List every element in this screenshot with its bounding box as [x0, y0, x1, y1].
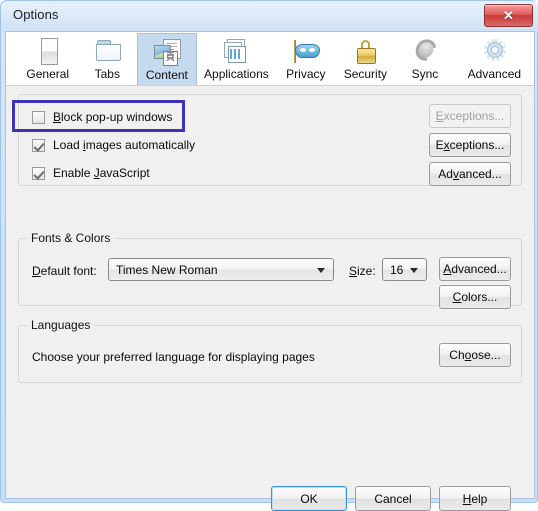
default-font-dropdown[interactable]: Times New Roman — [108, 258, 334, 281]
tab-privacy[interactable]: Privacy — [276, 33, 336, 85]
enable-javascript-label-pre: Enable — [53, 166, 94, 180]
choose-rest: ose... — [471, 348, 501, 362]
font-size-value: 16 — [390, 262, 404, 277]
popup-exceptions-rest: xceptions... — [443, 109, 505, 123]
images-exceptions-rest: ceptions... — [449, 138, 505, 152]
languages-legend: Languages — [27, 318, 95, 332]
enable-javascript-label-rest: avaScript — [99, 166, 150, 180]
load-images-label: Load images automatically — [53, 138, 195, 152]
ok-button-label: OK — [300, 491, 318, 506]
close-icon: ✕ — [503, 8, 514, 23]
fonts-advanced-button[interactable]: Advanced... — [439, 257, 511, 281]
cancel-button-label: Cancel — [374, 491, 412, 506]
folder-icon — [92, 37, 122, 65]
load-images-label-rest: mages automatically — [85, 138, 196, 152]
checkbox-row-load-images[interactable]: Load images automatically — [32, 136, 195, 154]
tab-tabs-label: Tabs — [94, 67, 120, 81]
mask-icon — [291, 37, 321, 65]
load-images-checkbox[interactable] — [32, 138, 45, 152]
tab-sync[interactable]: Sync — [395, 33, 455, 85]
languages-description: Choose your preferred language for displ… — [32, 350, 315, 364]
javascript-advanced-label: Advanced... — [438, 167, 501, 181]
colors-button[interactable]: Colors... — [439, 285, 511, 309]
ok-button[interactable]: OK — [271, 486, 347, 511]
load-images-label-pre: Load — [53, 138, 84, 152]
window-title: Options — [13, 7, 59, 22]
javascript-advanced-button[interactable]: Advanced... — [429, 162, 511, 186]
enable-javascript-checkbox[interactable] — [32, 166, 45, 180]
tab-security[interactable]: Security — [336, 33, 396, 85]
tab-tabs[interactable]: Tabs — [78, 33, 138, 85]
help-button-label: Help — [463, 492, 488, 506]
popup-exceptions-label: Exceptions... — [436, 109, 505, 123]
fonts-advanced-label: Advanced... — [443, 262, 506, 276]
title-bar: Options ✕ — [1, 1, 538, 31]
javascript-advanced-rest: anced... — [458, 167, 502, 181]
block-popups-accel: B — [53, 110, 62, 124]
chevron-down-icon — [317, 267, 325, 273]
default-font-label: Default font: — [32, 264, 97, 278]
tab-general-label: General — [26, 67, 70, 81]
tab-applications-label: Applications — [204, 67, 269, 81]
tab-strip: General Tabs 頁 Content Applications Priv… — [6, 32, 534, 86]
block-popups-label: Block pop-up windows — [53, 110, 172, 124]
help-rest: elp — [471, 491, 488, 506]
options-dialog-window: Options ✕ General Tabs 頁 Content Applica… — [0, 0, 538, 511]
dialog-client-area: General Tabs 頁 Content Applications Priv… — [5, 31, 535, 511]
javascript-advanced-pre: Ad — [438, 167, 453, 181]
colors-rest: olors... — [461, 290, 498, 304]
content-page-icon: 頁 — [152, 38, 182, 66]
tab-advanced-label: Advanced — [467, 67, 522, 81]
tab-security-label: Security — [343, 67, 388, 81]
checkbox-row-block-popups[interactable]: Block pop-up windows — [32, 108, 172, 126]
checkbox-row-enable-javascript[interactable]: Enable JavaScript — [32, 164, 150, 182]
tab-advanced[interactable]: Advanced — [455, 33, 534, 85]
popup-exceptions-accel: E — [435, 109, 444, 123]
default-font-accel: D — [32, 264, 41, 278]
windows-grid-icon — [221, 37, 251, 65]
tab-sync-label: Sync — [411, 67, 439, 81]
tab-content[interactable]: 頁 Content — [137, 33, 197, 85]
images-exceptions-pre: E — [435, 138, 444, 152]
tab-general[interactable]: General — [18, 33, 78, 85]
choose-language-label: Choose... — [449, 348, 500, 362]
sync-refresh-icon — [410, 35, 441, 65]
font-size-label-rest: ize: — [357, 264, 376, 278]
gear-icon — [479, 37, 509, 65]
chevron-down-icon — [410, 267, 418, 273]
font-size-dropdown[interactable]: 16 — [382, 258, 427, 281]
colors-label: Colors... — [453, 290, 498, 304]
help-button[interactable]: Help — [439, 486, 511, 511]
tab-content-label: Content — [145, 68, 188, 82]
content-tab-panel: Block pop-up windows Load images automat… — [6, 86, 534, 511]
padlock-icon — [350, 37, 380, 65]
tab-applications[interactable]: Applications — [197, 33, 276, 85]
choose-pre: Ch — [449, 348, 465, 362]
default-font-value: Times New Roman — [116, 262, 218, 277]
cancel-button[interactable]: Cancel — [355, 486, 431, 511]
font-size-label: Size: — [349, 264, 376, 278]
default-font-label-rest: efault font: — [40, 264, 97, 278]
images-exceptions-button[interactable]: Exceptions... — [429, 133, 511, 157]
fonts-colors-legend: Fonts & Colors — [27, 231, 115, 245]
fonts-advanced-rest: dvanced... — [451, 262, 507, 276]
tab-privacy-label: Privacy — [286, 67, 326, 81]
enable-javascript-label: Enable JavaScript — [53, 166, 150, 180]
choose-language-button[interactable]: Choose... — [439, 343, 511, 367]
monitor-icon — [33, 37, 63, 65]
block-popups-checkbox[interactable] — [32, 110, 45, 124]
block-popups-label-rest: lock pop-up windows — [61, 110, 173, 124]
images-exceptions-label: Exceptions... — [436, 138, 505, 152]
popup-exceptions-button[interactable]: Exceptions... — [429, 104, 511, 128]
font-size-accel: S — [349, 264, 358, 278]
close-button[interactable]: ✕ — [484, 4, 533, 27]
